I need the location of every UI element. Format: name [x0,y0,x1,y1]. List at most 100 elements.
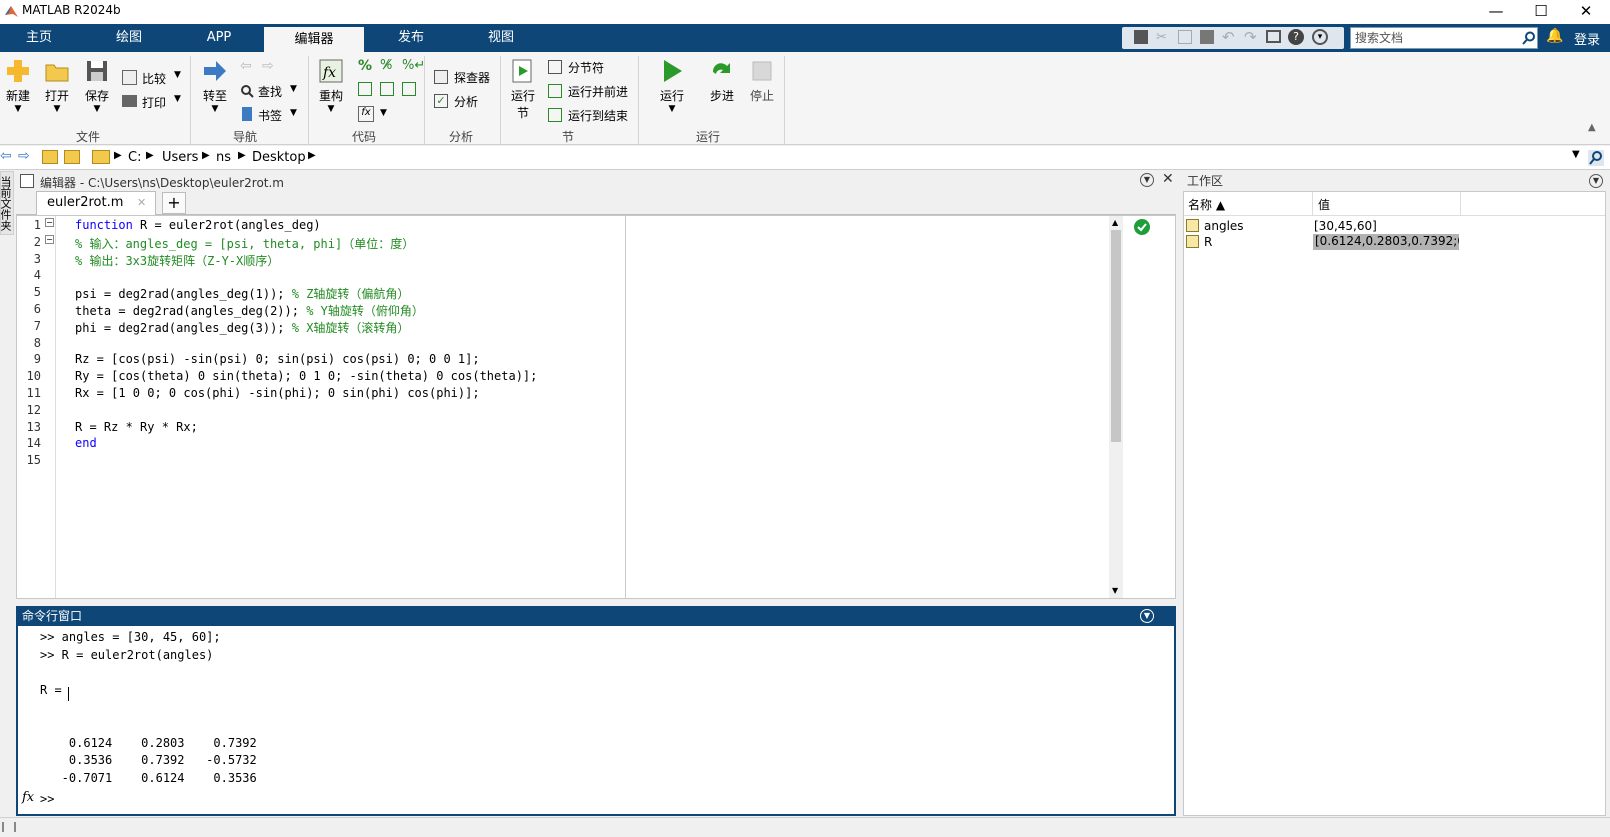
fx-icon[interactable]: fx [22,790,34,805]
forward-arrow-icon[interactable]: ⇨ [262,58,274,74]
command-line: -0.7071 0.6124 0.3536 [40,770,257,785]
column-name-header[interactable]: 名称 ▲ [1188,196,1225,213]
tab-apps[interactable]: APP [178,24,260,52]
scrollbar-thumb[interactable] [1111,230,1121,442]
column-value-header[interactable]: 值 [1318,196,1330,213]
code-analyzer-ok-icon[interactable] [1133,218,1151,236]
up-folder-icon[interactable] [42,150,58,164]
close-button[interactable]: ✕ [1563,0,1609,24]
undo-icon[interactable]: ↶ [1222,28,1235,46]
group-divider [500,56,501,144]
scroll-up-icon[interactable]: ▲ [1112,218,1118,227]
editor-actions-icon[interactable]: ▼ [1140,173,1154,187]
save-button[interactable]: 保存 ▼ [80,58,114,114]
save-icon[interactable] [1134,30,1148,44]
group-label-navigate: 导航 [233,130,258,144]
tab-view[interactable]: 视图 [460,24,542,52]
compare-button[interactable]: 比较 ▼ [122,68,186,88]
uncomment-icon[interactable]: %̸ [380,58,392,73]
breadcrumb-users[interactable]: Users [162,150,198,165]
tab-home[interactable]: 主页 [0,24,78,52]
stop-button[interactable]: 停止 [744,58,780,104]
file-tab-euler2rot[interactable]: euler2rot.m ✕ [36,191,156,215]
section-break-button[interactable]: 分节符 [548,58,632,78]
table-row[interactable]: R [0.6124,0.2803,0.7392;0... [1184,234,1605,250]
run-section-button[interactable]: 运行 节 [506,58,540,121]
chevron-down-icon[interactable]: ▼ [380,108,387,118]
breadcrumb-ns[interactable]: ns [216,150,231,165]
run-and-advance-button[interactable]: 运行并前进 [548,82,632,102]
chevron-down-icon[interactable]: ▾ [1312,29,1328,45]
browse-folder-icon[interactable] [64,150,80,164]
refactor-button[interactable]: fx 重构 ▼ [314,58,348,114]
fold-toggle-icon[interactable]: − [45,235,54,244]
close-icon[interactable]: ✕ [1162,171,1174,187]
run-section-label: 运行 [510,89,535,103]
run-to-end-button[interactable]: 运行到结束 [548,106,632,126]
code-editor[interactable]: 1 2 3 4 5 6 7 8 9 10 11 12 13 14 15 function R = euler… [16,215,1176,599]
breadcrumb-c[interactable]: C: [128,150,141,165]
maximize-button[interactable]: ☐ [1518,0,1564,24]
profiler-button[interactable]: 探查器 [434,68,504,88]
goto-button[interactable]: 转至 ▼ [198,58,232,114]
command-actions-icon[interactable]: ▼ [1140,609,1154,623]
search-icon[interactable] [1522,31,1536,45]
collapse-ribbon-icon[interactable]: ▲ [1588,122,1596,133]
stop-label: 停止 [749,89,774,103]
back-arrow-icon[interactable]: ⇦ [240,58,252,74]
chevron-down-icon: ▼ [211,104,219,114]
command-prompt[interactable]: >> [40,792,54,806]
login-link[interactable]: 登录 [1574,29,1600,48]
breadcrumb-desktop[interactable]: Desktop [252,150,306,165]
scroll-down-icon[interactable]: ▼ [1112,586,1118,595]
back-arrow-icon[interactable]: ⇦ [0,148,12,164]
smart-indent-icon[interactable] [358,82,372,96]
find-button[interactable]: 查找 ▼ [240,82,302,102]
code-text: phi = deg2rad(angles_deg(3)); [75,320,292,335]
variable-name: R [1204,235,1213,249]
open-label: 打开 [44,89,69,103]
tab-plots[interactable]: 绘图 [88,24,170,52]
search-icon[interactable] [1588,150,1604,166]
print-button[interactable]: 打印 ▼ [122,92,186,112]
comment-icon[interactable]: % [358,58,372,74]
vertical-scrollbar[interactable]: ▲ ▼ [1109,216,1123,598]
close-tab-icon[interactable]: ✕ [137,192,146,214]
paste-icon[interactable] [1200,30,1214,44]
switch-windows-icon[interactable] [1266,30,1281,43]
cut-icon[interactable]: ✂ [1156,30,1170,45]
redo-icon[interactable]: ↷ [1244,28,1257,46]
run-button[interactable]: 运行 ▼ [654,58,690,114]
table-row[interactable]: angles [30,45,60] [1184,218,1605,234]
insert-function-icon[interactable]: fx [358,106,374,122]
chevron-down-icon[interactable]: ▼ [1572,149,1580,160]
chevron-down-icon: ▼ [14,104,22,114]
workspace-actions-icon[interactable]: ▼ [1589,174,1603,188]
increase-indent-icon[interactable] [402,82,416,96]
new-button[interactable]: 新建 ▼ [2,58,34,114]
wrap-comments-icon[interactable]: %↵ [402,58,425,73]
group-label-section: 节 [562,130,575,144]
current-folder-panel-tab[interactable]: 当前文件夹 [0,171,14,235]
decrease-indent-icon[interactable] [380,82,394,96]
fold-toggle-icon[interactable]: − [45,218,54,227]
step-button[interactable]: 步进 [704,58,740,104]
search-input[interactable]: 搜索文档 [1350,27,1538,49]
bookmark-button[interactable]: 书签 ▼ [240,106,302,126]
run-section-icon [512,59,532,83]
minimize-button[interactable]: — [1473,0,1519,24]
open-button[interactable]: 打开 ▼ [40,58,74,114]
copy-icon[interactable] [1178,30,1192,44]
command-window[interactable]: >> angles = [30, 45, 60]; >> R = euler2ro… [16,626,1176,816]
analyze-button[interactable]: ✓ 分析 [434,92,504,112]
new-icon [7,60,29,82]
command-line: 0.3536 0.7392 -0.5732 [40,753,257,768]
code-line: R = Rz * Ry * Rx; [75,420,198,434]
window-title: MATLAB R2024b [22,3,121,17]
new-tab-button[interactable]: + [162,192,186,214]
notification-bell-icon[interactable]: 🔔 [1546,28,1563,44]
help-icon[interactable]: ? [1288,29,1304,45]
tab-editor[interactable]: 编辑器 [264,27,364,52]
tab-publish[interactable]: 发布 [370,24,452,52]
forward-arrow-icon[interactable]: ⇨ [18,148,30,164]
